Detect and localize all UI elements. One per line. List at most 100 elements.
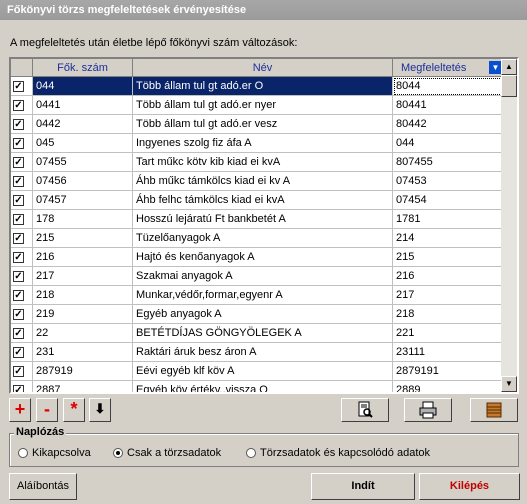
cell-megfeleltetes[interactable]: 221	[393, 324, 505, 343]
table-row[interactable]: ✓ 22 BETÉTDÍJAS GÖNGYÖLEGEK A 221	[11, 324, 505, 343]
row-checkbox-cell[interactable]: ✓	[11, 305, 33, 324]
cell-nev[interactable]: Munkar,védőr,formar,egyenr A	[133, 286, 393, 305]
table-row[interactable]: ✓ 044 Több állam tul gt adó.er O 8044	[11, 77, 505, 96]
row-checkbox[interactable]: ✓	[13, 157, 24, 168]
cell-megfeleltetes[interactable]: 8044	[393, 77, 505, 96]
row-checkbox-cell[interactable]: ✓	[11, 362, 33, 381]
cell-nev[interactable]: Eévi egyéb klf köv A	[133, 362, 393, 381]
row-checkbox[interactable]: ✓	[13, 328, 24, 339]
cell-fok-szam[interactable]: 07456	[33, 172, 133, 191]
radio-torzsadatok-kapcsolodo[interactable]: Törzsadatok és kapcsolódó adatok	[246, 447, 430, 459]
row-checkbox[interactable]: ✓	[13, 176, 24, 187]
table-row[interactable]: ✓ 287919 Eévi egyéb klf köv A 2879191	[11, 362, 505, 381]
cell-nev[interactable]: Egyéb anyagok A	[133, 305, 393, 324]
table-row[interactable]: ✓ 231 Raktári áruk besz áron A 23111	[11, 343, 505, 362]
cell-nev[interactable]: Áhb műkc támkölcs kiad ei kv A	[133, 172, 393, 191]
remove-button[interactable]: -	[36, 398, 58, 422]
start-button[interactable]: Indít	[311, 473, 415, 500]
cell-megfeleltetes[interactable]: 2879191	[393, 362, 505, 381]
row-checkbox-cell[interactable]: ✓	[11, 381, 33, 392]
row-checkbox-cell[interactable]: ✓	[11, 172, 33, 191]
table-row[interactable]: ✓ 0442 Több állam tul gt adó.er vesz 80442	[11, 115, 505, 134]
row-checkbox[interactable]: ✓	[13, 309, 24, 320]
cell-nev[interactable]: Ingyenes szolg fiz áfa A	[133, 134, 393, 153]
cell-nev[interactable]: Szakmai anyagok A	[133, 267, 393, 286]
row-checkbox-cell[interactable]: ✓	[11, 324, 33, 343]
cell-nev[interactable]: Tart műkc kötv kib kiad ei kvA	[133, 153, 393, 172]
row-checkbox[interactable]: ✓	[13, 195, 24, 206]
cell-fok-szam[interactable]: 231	[33, 343, 133, 362]
scroll-thumb[interactable]	[501, 75, 517, 97]
mark-all-button[interactable]: *	[63, 398, 85, 422]
cell-megfeleltetes[interactable]: 218	[393, 305, 505, 324]
table-row[interactable]: ✓ 045 Ingyenes szolg fiz áfa A 044	[11, 134, 505, 153]
checkbox-column-header[interactable]	[11, 59, 33, 77]
table-row[interactable]: ✓ 07455 Tart műkc kötv kib kiad ei kvA 8074…	[11, 153, 505, 172]
row-checkbox-cell[interactable]: ✓	[11, 96, 33, 115]
row-checkbox[interactable]: ✓	[13, 214, 24, 225]
add-button[interactable]: +	[9, 398, 31, 422]
cell-fok-szam[interactable]: 0442	[33, 115, 133, 134]
cell-megfeleltetes[interactable]: 07454	[393, 191, 505, 210]
preview-button[interactable]	[341, 398, 389, 422]
row-checkbox-cell[interactable]: ✓	[11, 115, 33, 134]
table-row[interactable]: ✓ 218 Munkar,védőr,formar,egyenr A 217	[11, 286, 505, 305]
cell-nev[interactable]: BETÉTDÍJAS GÖNGYÖLEGEK A	[133, 324, 393, 343]
table-row[interactable]: ✓ 0441 Több állam tul gt adó.er nyer 80441	[11, 96, 505, 115]
print-button[interactable]	[404, 398, 452, 422]
row-checkbox[interactable]: ✓	[13, 366, 24, 377]
move-down-button[interactable]: ⬇	[89, 398, 111, 422]
cell-fok-szam[interactable]: 045	[33, 134, 133, 153]
cell-fok-szam[interactable]: 217	[33, 267, 133, 286]
cell-megfeleltetes[interactable]: 217	[393, 286, 505, 305]
cell-nev[interactable]: Több állam tul gt adó.er nyer	[133, 96, 393, 115]
table-row[interactable]: ✓ 07456 Áhb műkc támkölcs kiad ei kv A 0745…	[11, 172, 505, 191]
column-header-megfeleltetes[interactable]: Megfeleltetés ▼	[393, 59, 505, 77]
row-checkbox[interactable]: ✓	[13, 385, 24, 392]
row-checkbox-cell[interactable]: ✓	[11, 267, 33, 286]
row-checkbox[interactable]: ✓	[13, 100, 24, 111]
row-checkbox-cell[interactable]: ✓	[11, 229, 33, 248]
cell-fok-szam[interactable]: 0441	[33, 96, 133, 115]
table-row[interactable]: ✓ 215 Tüzelőanyagok A 214	[11, 229, 505, 248]
signature-button[interactable]: Aláíbontás	[9, 473, 77, 500]
list-settings-button[interactable]	[470, 398, 518, 422]
cell-nev[interactable]: Egyéb köv értékv.,vissza O	[133, 381, 393, 392]
row-checkbox-cell[interactable]: ✓	[11, 77, 33, 96]
cell-nev[interactable]: Tüzelőanyagok A	[133, 229, 393, 248]
scroll-up-button[interactable]: ▲	[501, 59, 517, 75]
cell-megfeleltetes[interactable]: 215	[393, 248, 505, 267]
cell-megfeleltetes[interactable]: 1781	[393, 210, 505, 229]
cell-nev[interactable]: Több állam tul gt adó.er vesz	[133, 115, 393, 134]
cell-fok-szam[interactable]: 178	[33, 210, 133, 229]
cell-fok-szam[interactable]: 22	[33, 324, 133, 343]
cell-fok-szam[interactable]: 215	[33, 229, 133, 248]
row-checkbox-cell[interactable]: ✓	[11, 286, 33, 305]
radio-button-icon[interactable]	[246, 448, 256, 458]
cell-fok-szam[interactable]: 287919	[33, 362, 133, 381]
cell-fok-szam[interactable]: 219	[33, 305, 133, 324]
cell-megfeleltetes[interactable]: 07453	[393, 172, 505, 191]
table-row[interactable]: ✓ 217 Szakmai anyagok A 216	[11, 267, 505, 286]
radio-button-selected-icon[interactable]	[113, 448, 123, 458]
cell-fok-szam[interactable]: 216	[33, 248, 133, 267]
row-checkbox[interactable]: ✓	[13, 81, 24, 92]
row-checkbox-cell[interactable]: ✓	[11, 343, 33, 362]
table-row[interactable]: ✓ 07457 Áhb felhc támkölcs kiad ei kvA 0745…	[11, 191, 505, 210]
row-checkbox[interactable]: ✓	[13, 290, 24, 301]
scroll-down-button[interactable]: ▼	[501, 376, 517, 392]
exit-button[interactable]: Kilépés	[419, 473, 520, 500]
row-checkbox-cell[interactable]: ✓	[11, 210, 33, 229]
row-checkbox-cell[interactable]: ✓	[11, 153, 33, 172]
cell-nev[interactable]: Hajtó és kenőanyagok A	[133, 248, 393, 267]
vertical-scrollbar[interactable]: ▲ ▼	[501, 59, 517, 392]
cell-fok-szam[interactable]: 07457	[33, 191, 133, 210]
table-row[interactable]: ✓ 178 Hosszú lejáratú Ft bankbetét A 1781	[11, 210, 505, 229]
cell-megfeleltetes[interactable]: 80441	[393, 96, 505, 115]
cell-nev[interactable]: Hosszú lejáratú Ft bankbetét A	[133, 210, 393, 229]
radio-button-icon[interactable]	[18, 448, 28, 458]
row-checkbox[interactable]: ✓	[13, 119, 24, 130]
table-row[interactable]: ✓ 216 Hajtó és kenőanyagok A 215	[11, 248, 505, 267]
cell-megfeleltetes[interactable]: 214	[393, 229, 505, 248]
row-checkbox-cell[interactable]: ✓	[11, 191, 33, 210]
